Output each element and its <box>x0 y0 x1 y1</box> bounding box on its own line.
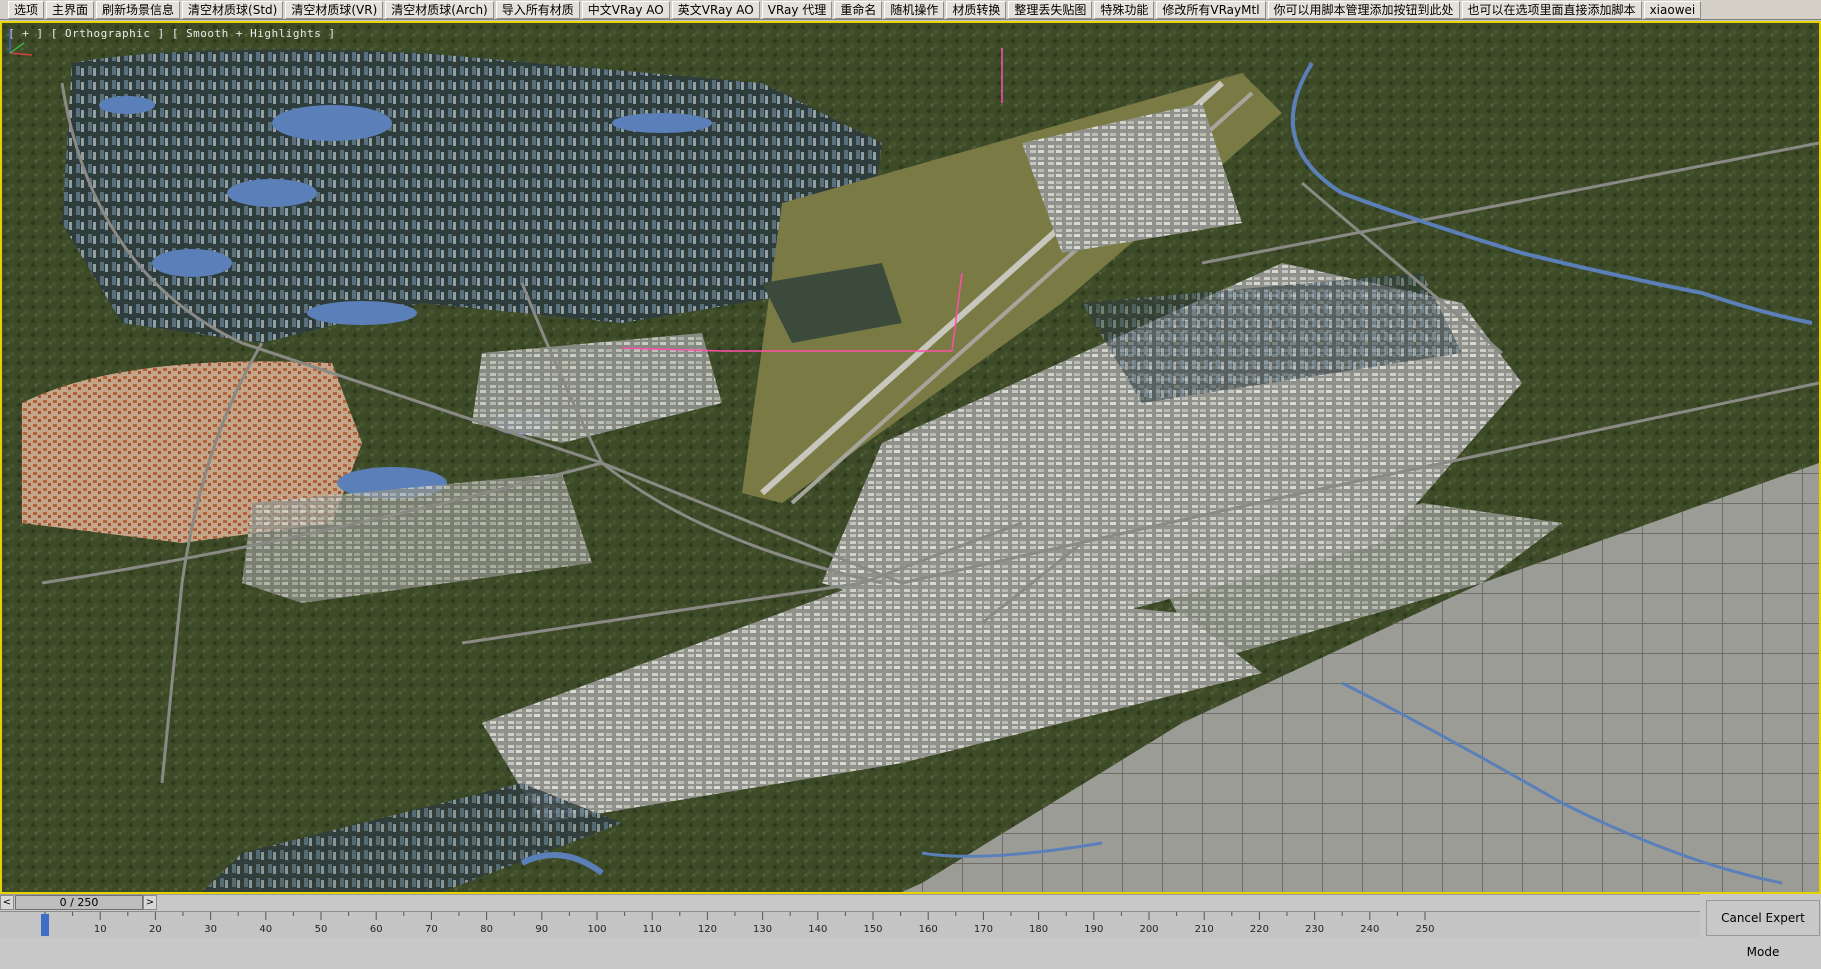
ruler-tick-label: 10 <box>94 924 107 935</box>
lake <box>152 249 232 277</box>
prev-frame-button[interactable]: < <box>0 895 14 910</box>
ruler-tick-label: 120 <box>698 924 717 935</box>
toolbar-button-14[interactable]: 特殊功能 <box>1094 0 1155 19</box>
toolbar-button-1[interactable]: 主界面 <box>46 0 95 19</box>
axis-tripod-icon <box>9 29 33 56</box>
ruler-tick-label: 90 <box>535 924 548 935</box>
toolbar-button-0[interactable]: 选项 <box>8 0 45 19</box>
toolbar-button-5[interactable]: 清空材质球(Arch) <box>385 0 494 19</box>
ruler-tick-label: 140 <box>808 924 827 935</box>
next-frame-button[interactable]: > <box>143 895 157 910</box>
toolbar-button-6[interactable]: 导入所有材质 <box>495 0 580 19</box>
ruler-tick-label: 190 <box>1084 924 1103 935</box>
viewport-label[interactable]: [ + ] [ Orthographic ] [ Smooth + Highli… <box>8 27 336 40</box>
track-bar[interactable]: 0102030405060708090100110120130140150160… <box>0 911 1700 938</box>
toolbar-button-13[interactable]: 整理丢失贴图 <box>1008 0 1093 19</box>
ruler-tick-label: 60 <box>370 924 383 935</box>
ruler-tick-label: 240 <box>1360 924 1379 935</box>
ruler-tick-label: 150 <box>863 924 882 935</box>
frame-ruler: 0102030405060708090100110120130140150160… <box>41 912 1435 936</box>
ruler-tick-label: 30 <box>204 924 217 935</box>
ruler-tick-label: 250 <box>1415 924 1434 935</box>
lake <box>99 96 155 114</box>
cancel-expert-mode-button[interactable]: Cancel Expert Mode <box>1706 900 1820 959</box>
toolbar-button-10[interactable]: 重命名 <box>834 0 883 19</box>
ruler-tick-label: 220 <box>1250 924 1269 935</box>
ruler-tick-label: 20 <box>149 924 162 935</box>
script-toolbar: 选项 主界面 刷新场景信息 清空材质球(Std) 清空材质球(VR) 清空材质球(Arch… <box>0 0 1821 20</box>
ruler-tick-label: 110 <box>643 924 662 935</box>
ruler-tick-label: 180 <box>1029 924 1048 935</box>
ruler-tick-label: 210 <box>1195 924 1214 935</box>
ruler-tick-label: 130 <box>753 924 772 935</box>
toolbar-button-18[interactable]: xiaowei <box>1643 0 1702 19</box>
toolbar-button-3[interactable]: 清空材质球(Std) <box>182 0 284 19</box>
ruler-tick-label: 50 <box>315 924 328 935</box>
toolbar-button-8[interactable]: 英文VRay AO <box>671 0 760 19</box>
ruler-tick-label: 170 <box>974 924 993 935</box>
toolbar-button-7[interactable]: 中文VRay AO <box>581 0 670 19</box>
ruler-tick-label: 80 <box>480 924 493 935</box>
time-slider[interactable]: 0 / 250 <box>15 895 143 910</box>
perspective-viewport[interactable]: [ + ] [ Orthographic ] [ Smooth + Highli… <box>0 21 1821 894</box>
ruler-tick-label: 200 <box>1139 924 1158 935</box>
ruler-tick-label: 160 <box>919 924 938 935</box>
time-slider-bar: < 0 / 250 > <box>0 894 1700 911</box>
lake <box>227 179 317 207</box>
toolbar-button-11[interactable]: 随机操作 <box>884 0 945 19</box>
toolbar-button-9[interactable]: VRay 代理 <box>761 0 833 19</box>
toolbar-button-2[interactable]: 刷新场景信息 <box>96 0 181 19</box>
toolbar-button-15[interactable]: 修改所有VRayMtl <box>1156 0 1266 19</box>
lake <box>612 113 712 133</box>
lake <box>272 105 392 141</box>
ruler-tick-label: 100 <box>587 924 606 935</box>
toolbar-button-12[interactable]: 材质转换 <box>946 0 1007 19</box>
lake <box>307 301 417 325</box>
highrise-district <box>62 49 882 344</box>
ruler-tick-label: 40 <box>259 924 272 935</box>
ruler-tick-label: 70 <box>425 924 438 935</box>
toolbar-button-16[interactable]: 你可以用脚本管理添加按钮到此处 <box>1267 0 1460 19</box>
toolbar-button-17[interactable]: 也可以在选项里面直接添加脚本 <box>1461 0 1642 19</box>
ruler-tick-label: 230 <box>1305 924 1324 935</box>
toolbar-button-4[interactable]: 清空材质球(VR) <box>285 0 384 19</box>
city-scene <box>2 23 1819 892</box>
current-frame-marker[interactable] <box>41 914 49 936</box>
